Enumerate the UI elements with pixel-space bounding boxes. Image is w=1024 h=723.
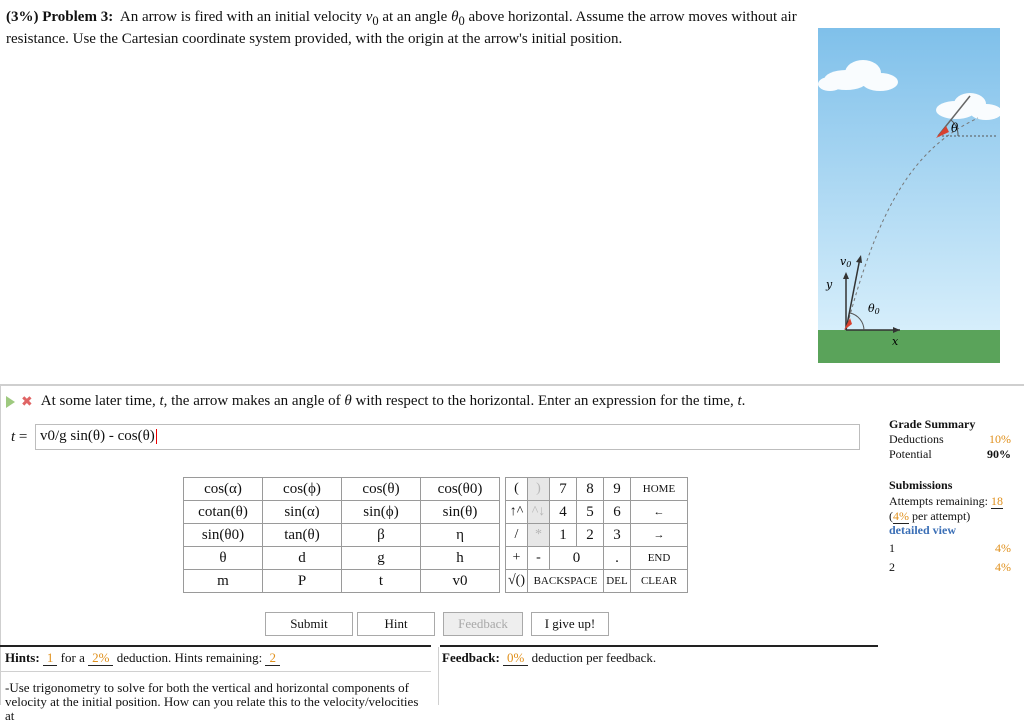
key-cotan-theta[interactable]: cotan(θ) <box>183 500 263 524</box>
key-sin-phi[interactable]: sin(ϕ) <box>341 500 421 524</box>
key-4[interactable]: 4 <box>549 500 577 524</box>
potential-row: Potential 90% <box>889 447 1011 461</box>
question-row: ✖ At some later time, t, the arrow makes… <box>6 393 745 410</box>
text-caret <box>155 429 157 445</box>
key-close-paren: ) <box>527 477 550 501</box>
key-right-arrow[interactable]: → <box>630 523 688 547</box>
key-5[interactable]: 5 <box>576 500 604 524</box>
key-minus[interactable]: - <box>527 546 550 570</box>
incorrect-x-icon: ✖ <box>21 393 33 410</box>
key-sin-theta[interactable]: sin(θ) <box>420 500 500 524</box>
answer-label: t = <box>11 429 28 445</box>
key-6[interactable]: 6 <box>603 500 631 524</box>
submission-row: 2 4% <box>889 560 1011 574</box>
give-up-button[interactable]: I give up! <box>531 612 609 636</box>
key-3[interactable]: 3 <box>603 523 631 547</box>
key-exponent[interactable]: ↑^ <box>505 500 528 524</box>
key-7[interactable]: 7 <box>549 477 577 501</box>
x-axis-label: x <box>892 335 899 348</box>
arrow-trajectory-figure: θ v0 θ0 y x <box>818 28 1000 363</box>
key-plus[interactable]: + <box>505 546 528 570</box>
problem-text: at an angle <box>378 9 452 25</box>
answer-value: v0/g sin(θ) - cos(θ) <box>40 428 155 444</box>
hint-button[interactable]: Hint <box>357 612 435 636</box>
grade-summary-title: Grade Summary <box>889 417 976 431</box>
key-sin-alpha[interactable]: sin(α) <box>262 500 342 524</box>
key-v0[interactable]: v0 <box>420 569 500 593</box>
problem-percent: (3%) <box>6 9 39 25</box>
per-attempt: (4% per attempt) <box>889 509 971 524</box>
problem-number: Problem 3: <box>42 9 114 25</box>
hints-summary: Hints: 1 for a 2% deduction. Hints remai… <box>5 650 280 666</box>
key-m[interactable]: m <box>183 569 263 593</box>
deductions-row: Deductions 10% <box>889 432 1011 446</box>
key-1[interactable]: 1 <box>549 523 577 547</box>
attempts-remaining: Attempts remaining: 18 <box>889 494 1003 509</box>
key-cos-phi[interactable]: cos(ϕ) <box>262 477 342 501</box>
key-divide[interactable]: / <box>505 523 528 547</box>
key-9[interactable]: 9 <box>603 477 631 501</box>
hints-separator <box>0 671 431 672</box>
question-text: At some later time, t, the arrow makes a… <box>40 393 746 409</box>
key-exponent-down: ^↓ <box>527 500 550 524</box>
key-theta[interactable]: θ <box>183 546 263 570</box>
expression-keypad: cos(α) cos(ϕ) cos(θ) cos(θ0) ( ) 7 8 9 H… <box>183 477 688 593</box>
key-cos-alpha[interactable]: cos(α) <box>183 477 263 501</box>
key-tan-theta[interactable]: tan(θ) <box>262 523 342 547</box>
column-separator <box>438 647 439 705</box>
key-h[interactable]: h <box>420 546 500 570</box>
key-cos-theta0[interactable]: cos(θ0) <box>420 477 500 501</box>
answer-input[interactable]: v0/g sin(θ) - cos(θ) <box>35 424 860 450</box>
key-8[interactable]: 8 <box>576 477 604 501</box>
key-home[interactable]: HOME <box>630 477 688 501</box>
ground <box>818 330 1000 363</box>
key-multiply: * <box>527 523 550 547</box>
key-eta[interactable]: η <box>420 523 500 547</box>
submissions-title: Submissions <box>889 478 953 492</box>
key-end[interactable]: END <box>630 546 688 570</box>
feedback-divider <box>440 645 878 647</box>
hints-divider <box>0 645 431 647</box>
key-2[interactable]: 2 <box>576 523 604 547</box>
key-t[interactable]: t <box>341 569 421 593</box>
key-g[interactable]: g <box>341 546 421 570</box>
key-del[interactable]: DEL <box>603 569 631 593</box>
problem-text: An arrow is fired with an initial veloci… <box>119 9 366 25</box>
submission-row: 1 4% <box>889 541 1011 555</box>
key-clear[interactable]: CLEAR <box>630 569 688 593</box>
key-P[interactable]: P <box>262 569 342 593</box>
key-sin-theta0[interactable]: sin(θ0) <box>183 523 263 547</box>
theta-label: θ <box>951 121 959 135</box>
problem-statement: (3%) Problem 3: An arrow is fired with a… <box>6 8 806 48</box>
feedback-button: Feedback <box>443 612 523 636</box>
key-backspace[interactable]: BACKSPACE <box>527 569 604 593</box>
key-0[interactable]: 0 <box>549 546 604 570</box>
detailed-view-link[interactable]: detailed view <box>889 523 956 538</box>
submit-button[interactable]: Submit <box>265 612 353 636</box>
key-cos-theta[interactable]: cos(θ) <box>341 477 421 501</box>
key-d[interactable]: d <box>262 546 342 570</box>
y-axis-label: y <box>825 278 833 291</box>
key-beta[interactable]: β <box>341 523 421 547</box>
question-frame-top <box>0 384 1024 386</box>
hint-text: -Use trigonometry to solve for both the … <box>5 680 419 723</box>
key-sqrt[interactable]: √() <box>505 569 528 593</box>
question-frame-left <box>0 384 1 705</box>
feedback-summary: Feedback: 0% deduction per feedback. <box>442 650 657 666</box>
play-icon[interactable] <box>6 395 15 408</box>
key-open-paren[interactable]: ( <box>505 477 528 501</box>
key-left-arrow[interactable]: ← <box>630 500 688 524</box>
key-dot[interactable]: . <box>603 546 631 570</box>
